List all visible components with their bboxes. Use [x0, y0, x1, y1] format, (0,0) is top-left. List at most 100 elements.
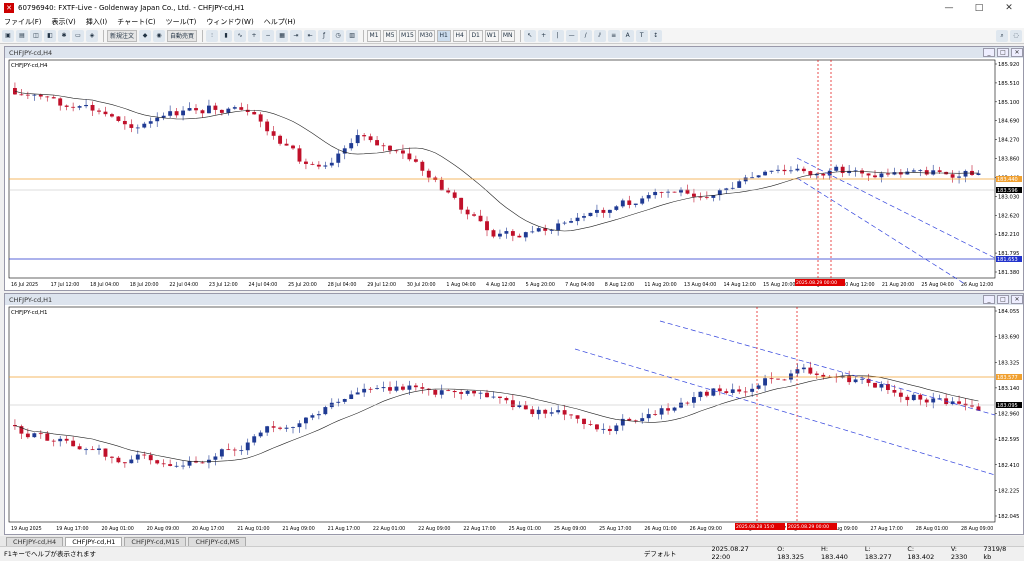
h1-chart-canvas[interactable]: CHFJPY-cd,H1 184.055 183.690 183.325 183.140… — [5, 305, 1023, 534]
candle-body — [510, 400, 515, 408]
candle-body — [355, 135, 360, 144]
search-icon[interactable]: ⌕ — [996, 29, 1008, 42]
candle-body — [814, 373, 819, 375]
channel-icon[interactable]: ⫽ — [593, 29, 606, 42]
candle-body — [297, 148, 302, 162]
candle-body — [569, 414, 574, 416]
menu-help[interactable]: ヘルプ(H) — [264, 17, 296, 27]
profiles-icon[interactable]: ▤ — [16, 29, 28, 42]
metaeditor-icon[interactable]: ◆ — [139, 29, 152, 42]
bar-chart-icon[interactable]: ⫶ — [206, 29, 219, 42]
price-tick-label: 185.510 — [998, 81, 1019, 87]
tile-icon[interactable]: ▦ — [276, 29, 289, 42]
vertical-line-icon[interactable]: | — [551, 29, 564, 42]
tab-chfjpy-h4[interactable]: CHFJPY-cd,H4 — [6, 537, 64, 546]
chart-close-button[interactable]: ✕ — [1011, 295, 1023, 304]
auto-trade-button[interactable]: 自動売買 — [167, 29, 198, 42]
maximize-button[interactable]: □ — [964, 0, 994, 16]
candle-body — [465, 209, 470, 215]
new-order-button[interactable]: 新規注文 — [107, 29, 138, 42]
timeframe-h1[interactable]: H1 — [436, 29, 451, 42]
candle-body — [646, 414, 651, 419]
templates-icon[interactable]: ▥ — [346, 29, 359, 42]
tab-chfjpy-h1[interactable]: CHFJPY-cd,H1 — [65, 537, 123, 546]
crosshair-icon[interactable]: + — [537, 29, 550, 42]
terminal-icon[interactable]: ▭ — [72, 29, 84, 42]
chart-shift-icon[interactable]: ⇤ — [304, 29, 317, 42]
chart-close-button[interactable]: ✕ — [1011, 48, 1023, 57]
timeframe-d1[interactable]: D1 — [468, 29, 483, 42]
cursor-icon[interactable]: ↖ — [523, 29, 536, 42]
minimize-button[interactable]: — — [934, 0, 964, 16]
menu-file[interactable]: ファイル(F) — [4, 17, 42, 27]
trendline-icon[interactable]: / — [579, 29, 592, 42]
zoom-in-icon[interactable]: + — [248, 29, 261, 42]
candle-body — [226, 449, 231, 451]
candle-body — [640, 418, 645, 422]
candle-body — [711, 388, 716, 396]
timeframe-m1[interactable]: M1 — [367, 29, 382, 42]
new-chart-icon[interactable]: ▣ — [2, 29, 14, 42]
market-watch-icon[interactable]: ◫ — [30, 29, 42, 42]
close-button[interactable]: ✕ — [994, 0, 1024, 16]
time-tick-label: 26 Aug 01:00 — [644, 526, 676, 532]
indicators-icon[interactable]: ƒ — [318, 29, 331, 42]
navigator-icon[interactable]: ✱ — [58, 29, 70, 42]
candle-body — [420, 161, 425, 171]
timeframe-mn[interactable]: MN — [500, 29, 515, 42]
fibonacci-icon[interactable]: ≡ — [607, 29, 620, 42]
candle-body — [620, 200, 625, 207]
price-tick-label: 184.690 — [998, 119, 1019, 125]
chart-maximize-button[interactable]: □ — [997, 295, 1009, 304]
label-tool-icon[interactable]: T — [635, 29, 648, 42]
candle-body — [349, 394, 354, 400]
candle-body — [226, 108, 231, 113]
chart-minimize-button[interactable]: _ — [983, 48, 995, 57]
time-tick-label: 4 Aug 12:00 — [486, 282, 515, 288]
autoscroll-icon[interactable]: ⇥ — [290, 29, 303, 42]
period-icon[interactable]: ◷ — [332, 29, 345, 42]
tab-chfjpy-m5[interactable]: CHFJPY-cd,M5 — [188, 537, 247, 546]
tester-icon[interactable]: ◈ — [86, 29, 98, 42]
candle-body — [45, 96, 50, 98]
candle-chart-icon[interactable]: ▮ — [220, 29, 233, 42]
menu-view[interactable]: 表示(V) — [52, 17, 76, 27]
candle-body — [672, 407, 677, 411]
timeframe-w1[interactable]: W1 — [484, 29, 499, 42]
orange-level-label: 183.577 — [997, 375, 1018, 381]
timeframe-m5[interactable]: M5 — [383, 29, 398, 42]
candle-body — [401, 150, 405, 154]
time-tick-label: 19 Aug 2025 — [11, 526, 42, 532]
candle-body — [582, 216, 586, 218]
price-tick-label: 183.860 — [998, 157, 1019, 163]
text-tool-icon[interactable]: A — [621, 29, 634, 42]
chart-window-h4: CHFJPY-cd,H4 _ □ ✕ CHFJPY-cd,H4 185.920 18… — [4, 46, 1024, 291]
horizontal-line-icon[interactable]: — — [565, 29, 578, 42]
h4-chart-canvas[interactable]: CHFJPY-cd,H4 185.920 185.510 185.100 184.690… — [5, 58, 1023, 290]
data-window-icon[interactable]: ◧ — [44, 29, 56, 42]
menu-insert[interactable]: 挿入(I) — [86, 17, 108, 27]
arrows-icon[interactable]: ↕ — [649, 29, 662, 42]
candle-body — [614, 425, 619, 432]
title-bar: ✕ 60796940: FXTF-Live - Goldenway Japan … — [0, 0, 1024, 16]
candle-body — [601, 209, 606, 213]
chart-minimize-button[interactable]: _ — [983, 295, 995, 304]
zoom-out-icon[interactable]: − — [262, 29, 275, 42]
candle-body — [640, 198, 645, 204]
signals-icon[interactable]: ◉ — [153, 29, 166, 42]
chat-icon[interactable]: ◌ — [1010, 29, 1022, 42]
candle-body — [38, 433, 43, 435]
menu-chart[interactable]: チャート(C) — [117, 17, 155, 27]
timeframe-m15[interactable]: M15 — [399, 29, 416, 42]
candle-body — [970, 405, 974, 407]
tab-chfjpy-m15[interactable]: CHFJPY-cd,M15 — [124, 537, 187, 546]
candle-body — [103, 111, 108, 115]
status-bar: F1キーでヘルプが表示されます デフォルト 2025.08.27 22:00 O… — [0, 545, 1024, 561]
timeframe-h4[interactable]: H4 — [452, 29, 467, 42]
menu-window[interactable]: ウィンドウ(W) — [206, 17, 253, 27]
chart-maximize-button[interactable]: □ — [997, 48, 1009, 57]
line-chart-icon[interactable]: ∿ — [234, 29, 247, 42]
menu-tools[interactable]: ツール(T) — [166, 17, 197, 27]
timeframe-m30[interactable]: M30 — [417, 29, 435, 42]
candle-body — [207, 105, 211, 114]
